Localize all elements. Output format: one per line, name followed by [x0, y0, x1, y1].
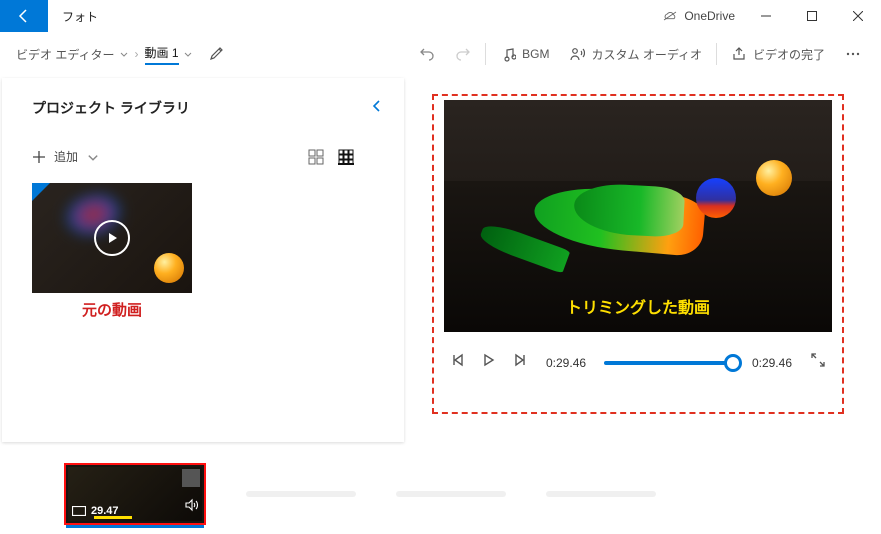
- next-frame-button[interactable]: [514, 353, 528, 372]
- breadcrumb-current[interactable]: 動画 1: [139, 40, 199, 69]
- minimize-button[interactable]: [743, 0, 789, 32]
- annotation-original-label: 元の動画: [32, 299, 192, 320]
- more-button[interactable]: [835, 40, 871, 68]
- time-total: 0:29.46: [752, 356, 792, 370]
- preview-video[interactable]: トリミングした動画: [444, 100, 832, 332]
- duration-icon: [72, 506, 86, 516]
- used-indicator-icon: [32, 183, 50, 201]
- seek-slider[interactable]: [604, 361, 734, 365]
- collapse-library-button[interactable]: [370, 99, 384, 118]
- undo-icon: [419, 46, 435, 62]
- storyboard-clip[interactable]: 29.47: [64, 463, 206, 525]
- breadcrumb-root[interactable]: ビデオ エディター: [10, 42, 135, 67]
- clip-thumbnail-overlay: [182, 469, 200, 487]
- grid-small-view-button[interactable]: [338, 149, 354, 165]
- project-library-panel: プロジェクト ライブラリ 追加 元の動画: [2, 78, 404, 442]
- chevron-left-icon: [370, 99, 384, 113]
- export-icon: [731, 46, 747, 62]
- onedrive-label: OneDrive: [684, 9, 735, 23]
- storyboard-placeholder: [546, 491, 656, 497]
- finish-video-button[interactable]: ビデオの完了: [721, 40, 835, 69]
- prev-frame-button[interactable]: [450, 353, 464, 372]
- annotation-trimmed-outline: トリミングした動画 0:29.46 0:29.46: [432, 94, 844, 414]
- clip-audio-button[interactable]: [184, 498, 198, 517]
- grid-large-view-button[interactable]: [308, 149, 324, 165]
- preview-panel: トリミングした動画 0:29.46 0:29.46: [404, 76, 881, 444]
- playback-controls: 0:29.46 0:29.46: [444, 352, 832, 373]
- music-icon: [500, 46, 516, 62]
- plus-icon: [32, 150, 46, 164]
- play-overlay-icon: [94, 220, 130, 256]
- fullscreen-button[interactable]: [810, 352, 826, 373]
- rename-button[interactable]: [209, 45, 225, 64]
- storyboard: 29.47: [0, 444, 881, 534]
- onedrive-status[interactable]: OneDrive: [654, 0, 743, 32]
- time-current: 0:29.46: [546, 356, 586, 370]
- chevron-down-icon: [119, 49, 129, 59]
- chevron-down-icon: [86, 150, 100, 164]
- ellipsis-icon: [845, 46, 861, 62]
- library-title: プロジェクト ライブラリ: [32, 98, 190, 118]
- bgm-button[interactable]: BGM: [490, 40, 559, 68]
- titlebar: フォト OneDrive: [0, 0, 881, 32]
- seek-knob[interactable]: [724, 354, 742, 372]
- storyboard-placeholder: [396, 491, 506, 497]
- annotation-trimmed-label: トリミングした動画: [444, 294, 832, 318]
- chevron-down-icon: [183, 49, 193, 59]
- content-area: プロジェクト ライブラリ 追加 元の動画: [0, 76, 881, 444]
- clip-selection-indicator: [66, 525, 204, 528]
- redo-icon: [455, 46, 471, 62]
- app-title: フォト: [48, 0, 112, 32]
- redo-button[interactable]: [445, 40, 481, 68]
- close-button[interactable]: [835, 0, 881, 32]
- maximize-button[interactable]: [789, 0, 835, 32]
- storyboard-placeholder: [246, 491, 356, 497]
- back-button[interactable]: [0, 0, 48, 32]
- add-media-button[interactable]: 追加: [32, 148, 100, 165]
- clip-trim-indicator: [94, 516, 132, 519]
- person-audio-icon: [569, 46, 585, 62]
- pencil-icon: [209, 45, 225, 61]
- toolbar-divider: [716, 43, 717, 65]
- play-button[interactable]: [482, 353, 496, 372]
- onedrive-icon: [662, 10, 678, 22]
- view-toggle: [308, 149, 354, 165]
- toolbar-divider: [485, 43, 486, 65]
- custom-audio-button[interactable]: カスタム オーディオ: [559, 40, 712, 69]
- library-clip-thumbnail[interactable]: [32, 183, 192, 293]
- toolbar: ビデオ エディター › 動画 1 BGM カスタム オーディオ ビデオの完了: [0, 32, 881, 76]
- undo-button[interactable]: [409, 40, 445, 68]
